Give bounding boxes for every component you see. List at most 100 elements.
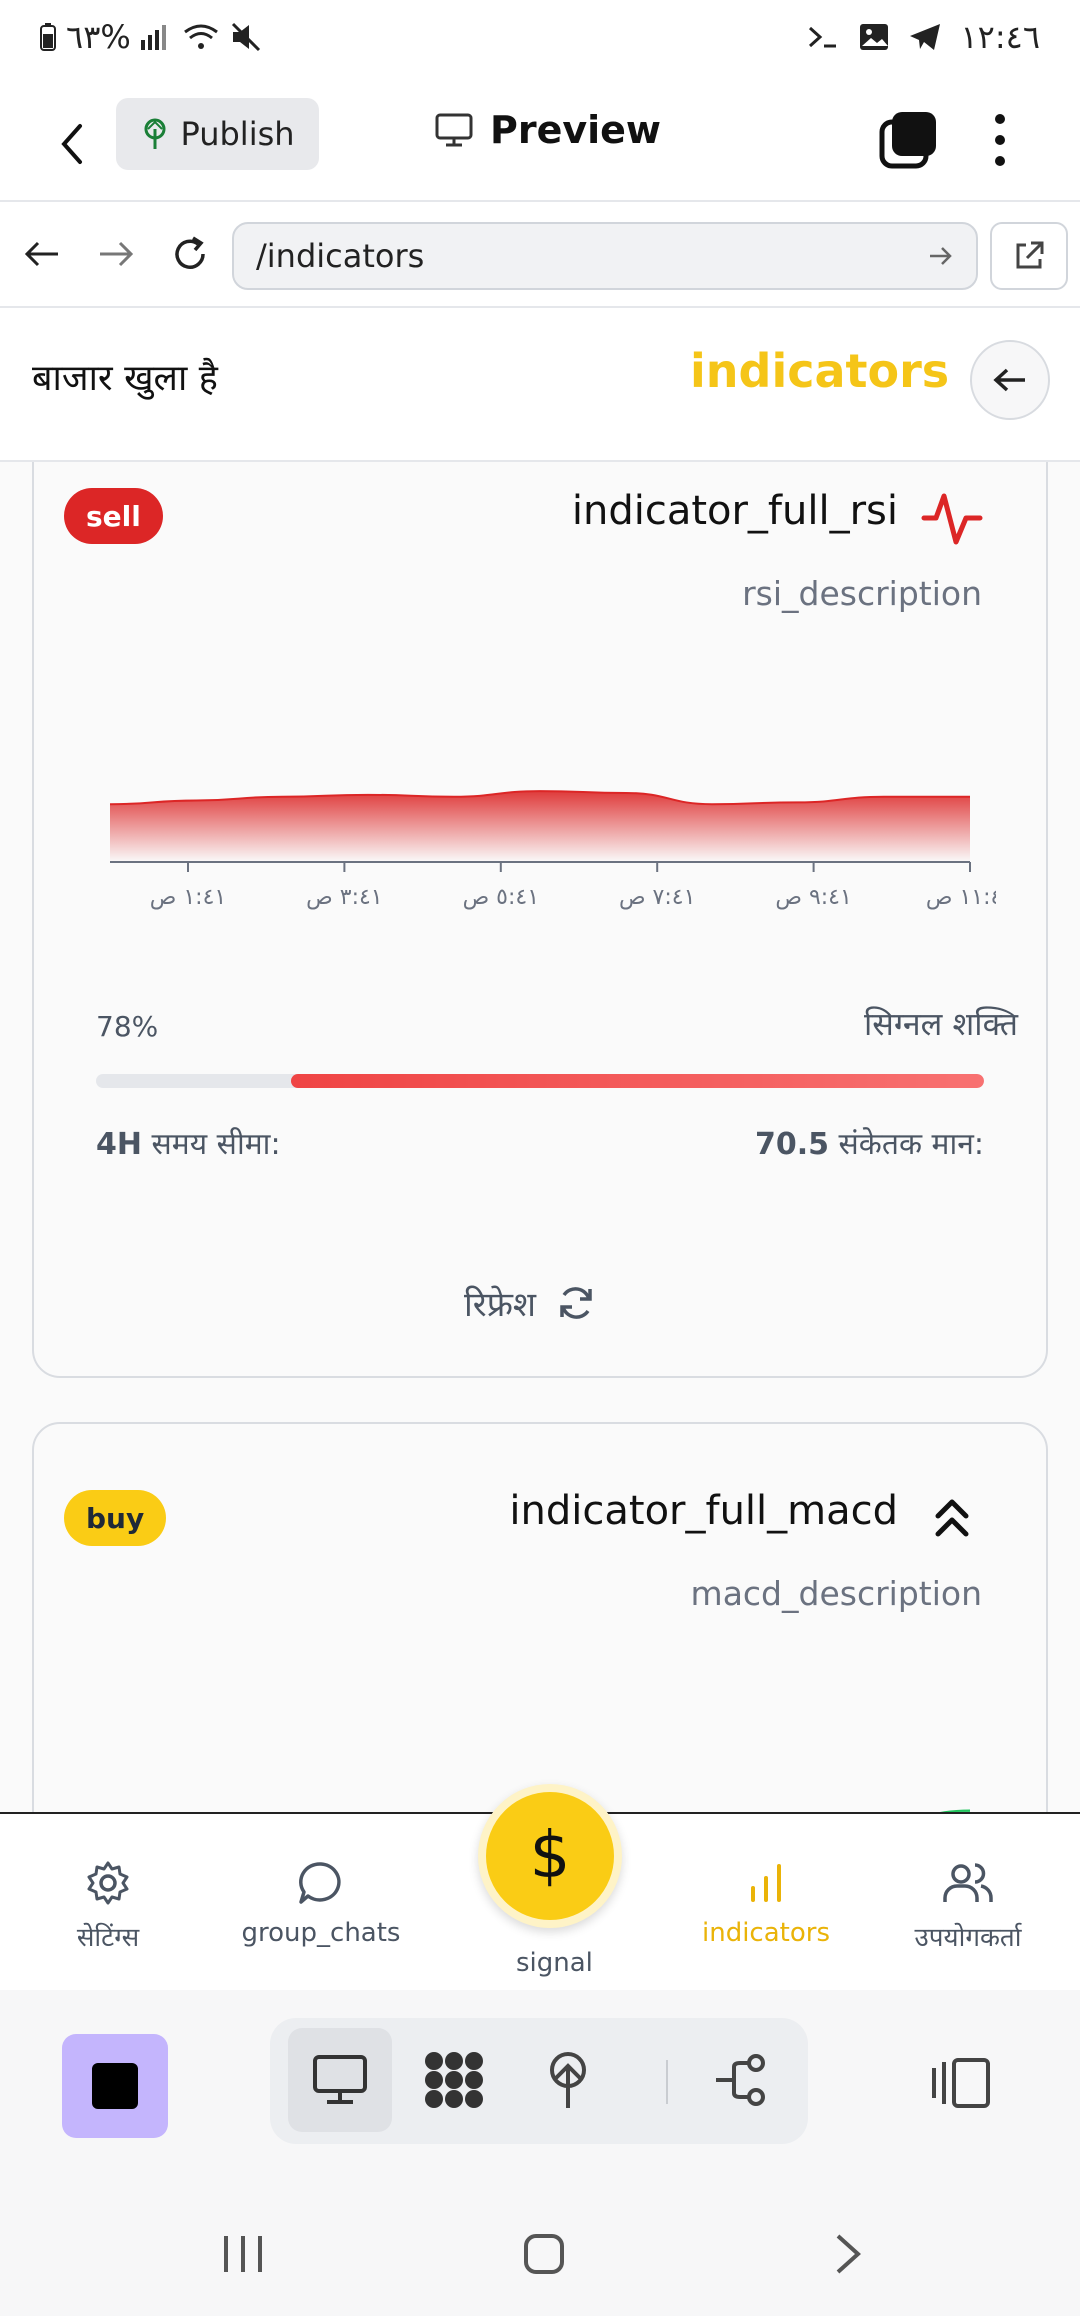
chevrons-up-icon [935,1499,969,1537]
wifi-icon [183,24,218,49]
tab-settings[interactable]: सेटिंग्स [58,1858,158,1954]
desktop-view-button[interactable] [288,2028,392,2132]
image-icon [860,24,889,50]
more-menu-button[interactable] [988,108,1012,172]
page-back-button[interactable] [970,340,1050,420]
flow-view-button[interactable] [690,2028,794,2132]
content-area[interactable]: sell indicator_full_rsi rsi_description … [0,462,1080,1812]
antenna-icon [550,2052,586,2108]
page-title: indicators [690,344,950,398]
indicator-title-macd: indicator_full_macd [509,1488,898,1534]
x-tick-label: ١:٤١ ص [150,885,226,910]
monitor-icon [435,113,473,147]
signal-badge-sell: sell [64,488,163,544]
browser-bar: /indicators [0,202,1080,308]
terminal-icon [809,26,837,48]
grid-blob-icon [425,2052,483,2108]
back-nav-icon[interactable] [832,2232,864,2276]
activity-icon [921,493,983,545]
toolbar-divider [666,2060,668,2104]
signal-value-label: संकेतक मान: [838,1127,984,1162]
users-icon [943,1863,993,1902]
clock: ١٢:٤٦ [960,18,1040,56]
refresh-button[interactable]: रिफ्रेश [464,1280,596,1326]
publish-label: Publish [180,115,295,153]
system-navigation-bar [0,2180,1080,2316]
layers-icon[interactable] [878,108,940,170]
status-left: ٦٣% [38,18,263,56]
status-bar: ٦٣% ١٢:٤٦ [0,0,1080,80]
mute-icon [231,22,260,52]
refresh-label: रिफ्रेश [464,1285,537,1325]
x-tick-label: ٩:٤١ ص [775,885,851,910]
battery-icon [40,23,56,51]
telegram-icon [910,24,941,50]
signal-badge-buy: buy [64,1490,167,1546]
signal-icon [140,25,166,50]
chevron-left-icon [61,124,82,164]
x-tick-label: ٣:٤١ ص [306,885,382,910]
tab-group-chats[interactable]: group_chats [242,1858,400,1948]
status-right: ١٢:٤٦ [806,18,1040,56]
refresh-icon [560,1287,592,1319]
arrow-right-icon [100,241,134,267]
stop-icon [92,2063,138,2109]
x-tick-label: ٧:٤١ ص [619,885,695,910]
grid-view-button[interactable] [402,2028,506,2132]
open-external-button[interactable] [990,222,1068,290]
strength-percent: 78% [96,1010,159,1043]
app-back-button[interactable] [40,104,104,184]
timeframe-label: समय सीमा: [151,1127,281,1162]
tab-indicators[interactable]: indicators [702,1858,830,1948]
gear-icon [87,1861,129,1905]
stop-button[interactable] [62,2034,168,2138]
rsi-area-chart: ١:٤١ ص ٣:٤١ ص ٥:٤١ ص ٧:٤١ ص ٩:٤١ ص ١١:٤١ ص [109,790,996,910]
deploy-view-button[interactable] [516,2028,620,2132]
strength-label: सिग्नल शक्ति [864,1005,1018,1043]
chart-area [110,791,970,862]
tab-label: उपयोगकर्ता [914,1923,1022,1953]
preview-label: Preview [490,108,662,152]
home-icon[interactable] [522,2232,566,2276]
monitor-icon [313,2055,367,2104]
signal-value-number: 70.5 [754,1127,829,1162]
signal-fab[interactable]: $ [478,1784,622,1928]
browser-back-button[interactable] [20,232,64,276]
x-tick-label: ٥:٤١ ص [463,885,539,910]
indicator-title-rsi: indicator_full_rsi [571,488,898,534]
chat-icon [299,1862,341,1904]
tab-label: indicators [702,1918,830,1948]
arrow-left-icon [993,368,1025,392]
go-arrow-icon[interactable] [928,245,954,267]
timeframe-value: 4H [96,1127,142,1162]
page-header: बाजार खुला है indicators [0,308,1080,462]
reload-icon [175,236,205,269]
dollar-icon: $ [529,1819,571,1893]
external-link-icon [1016,241,1044,269]
flow-icon [716,2054,765,2106]
tab-signal-label: signal [516,1948,593,1978]
strength-bar [96,1074,984,1088]
publish-button[interactable]: Publish [116,98,319,170]
strength-bar-fill [291,1074,984,1088]
view-mode-group [270,2018,808,2144]
tab-label: group_chats [241,1918,401,1948]
bar-chart-icon [751,1864,781,1902]
market-status: बाजार खुला है [32,358,218,399]
editor-toolbar [0,1990,1080,2180]
signal-value: 70.5 संकेतक मान: [755,1122,984,1163]
indicator-description-rsi: rsi_description [742,574,982,613]
recent-apps-icon[interactable] [220,2232,266,2276]
publish-icon [144,118,166,149]
battery-percent: ٦٣% [66,18,131,56]
url-text: /indicators [256,237,425,275]
browser-forward-button[interactable] [94,232,138,276]
url-field[interactable]: /indicators [232,222,978,290]
arrow-left-icon [24,241,58,267]
panel-toggle-icon[interactable] [930,2054,994,2112]
reload-button[interactable] [168,232,212,276]
tab-label: सेटिंग्स [76,1923,140,1953]
preview-title: Preview [434,108,661,152]
tab-users[interactable]: उपयोगकर्ता [906,1858,1030,1954]
timeframe: 4H समय सीमा: [96,1122,281,1163]
